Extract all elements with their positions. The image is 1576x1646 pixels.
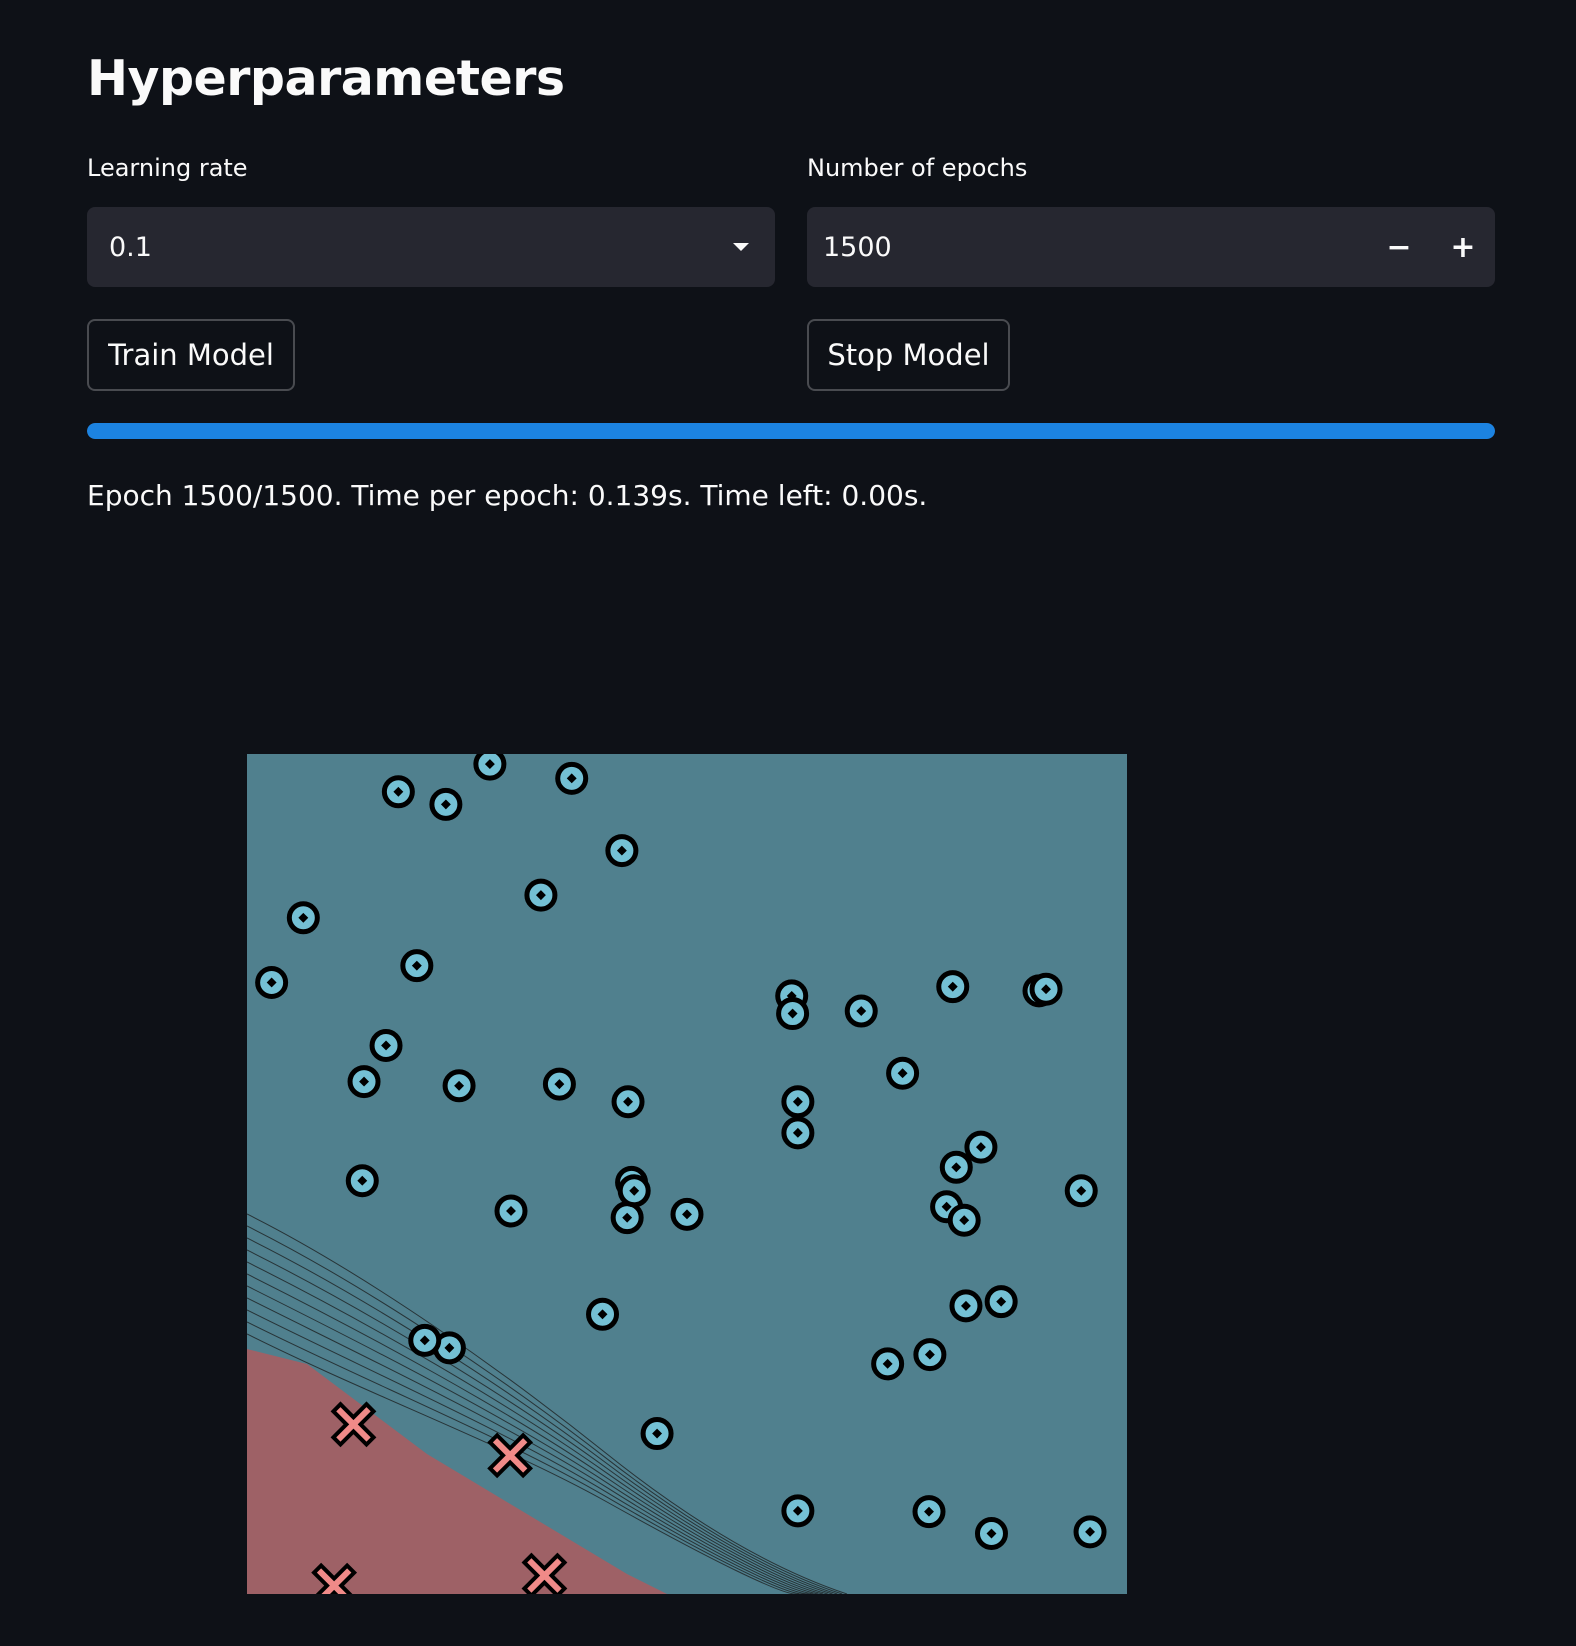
circle-point (964, 1130, 998, 1164)
circle-point (974, 1517, 1008, 1551)
circle-point (369, 1028, 403, 1062)
chevron-down-icon[interactable] (733, 243, 749, 251)
circle-point (1029, 972, 1063, 1006)
progress-bar-fill (87, 423, 1495, 439)
page-title: Hyperparameters (87, 50, 565, 107)
circle-point (781, 1085, 815, 1119)
training-status-text: Epoch 1500/1500. Time per epoch: 0.139s.… (87, 479, 928, 512)
learning-rate-value: 0.1 (109, 231, 152, 263)
app-page: Hyperparameters Learning rate 0.1 Number… (0, 0, 1576, 1646)
circle-point (429, 787, 463, 821)
circle-point (936, 970, 970, 1004)
circle-point (617, 1174, 651, 1208)
epochs-label: Number of epochs (807, 154, 1028, 182)
circle-point (947, 1203, 981, 1237)
circle-point (939, 1150, 973, 1184)
learning-rate-select[interactable]: 0.1 (87, 207, 775, 287)
decision-boundary-plot (247, 754, 1127, 1594)
x-point (311, 1562, 358, 1594)
circle-point (255, 965, 289, 999)
circle-point (473, 754, 507, 781)
decrement-button[interactable]: − (1367, 207, 1431, 287)
circle-point (381, 775, 415, 809)
circle-point (605, 834, 639, 868)
circle-point (640, 1417, 674, 1451)
circle-point (670, 1197, 704, 1231)
x-point (487, 1432, 534, 1479)
circle-point (781, 1116, 815, 1150)
stop-model-button[interactable]: Stop Model (807, 319, 1010, 391)
circle-point (611, 1085, 645, 1119)
circle-point (286, 901, 320, 935)
train-model-button[interactable]: Train Model (87, 319, 295, 391)
circle-point (913, 1338, 947, 1372)
increment-button[interactable]: + (1431, 207, 1495, 287)
circle-point (586, 1297, 620, 1331)
circle-point (542, 1067, 576, 1101)
circle-point (871, 1347, 905, 1381)
circle-point (442, 1069, 476, 1103)
circle-point (949, 1289, 983, 1323)
circle-point (555, 761, 589, 795)
circle-point (781, 1494, 815, 1528)
circle-point (886, 1056, 920, 1090)
epochs-number-input[interactable]: 1500 − + (807, 207, 1495, 287)
circle-point (776, 997, 810, 1031)
circle-point (408, 1323, 442, 1357)
progress-bar (87, 423, 1495, 439)
x-point (521, 1552, 568, 1594)
learning-rate-label: Learning rate (87, 154, 248, 182)
circle-point (400, 949, 434, 983)
x-point (330, 1401, 377, 1448)
circle-point (912, 1495, 946, 1529)
circle-point (524, 878, 558, 912)
circle-point (347, 1065, 381, 1099)
circle-point (1064, 1174, 1098, 1208)
circle-point (494, 1194, 528, 1228)
circle-point (844, 994, 878, 1028)
circle-point (345, 1164, 379, 1198)
epochs-value[interactable]: 1500 (823, 232, 1367, 263)
circle-point (1073, 1515, 1107, 1549)
circle-point (984, 1285, 1018, 1319)
circle-point (610, 1201, 644, 1235)
